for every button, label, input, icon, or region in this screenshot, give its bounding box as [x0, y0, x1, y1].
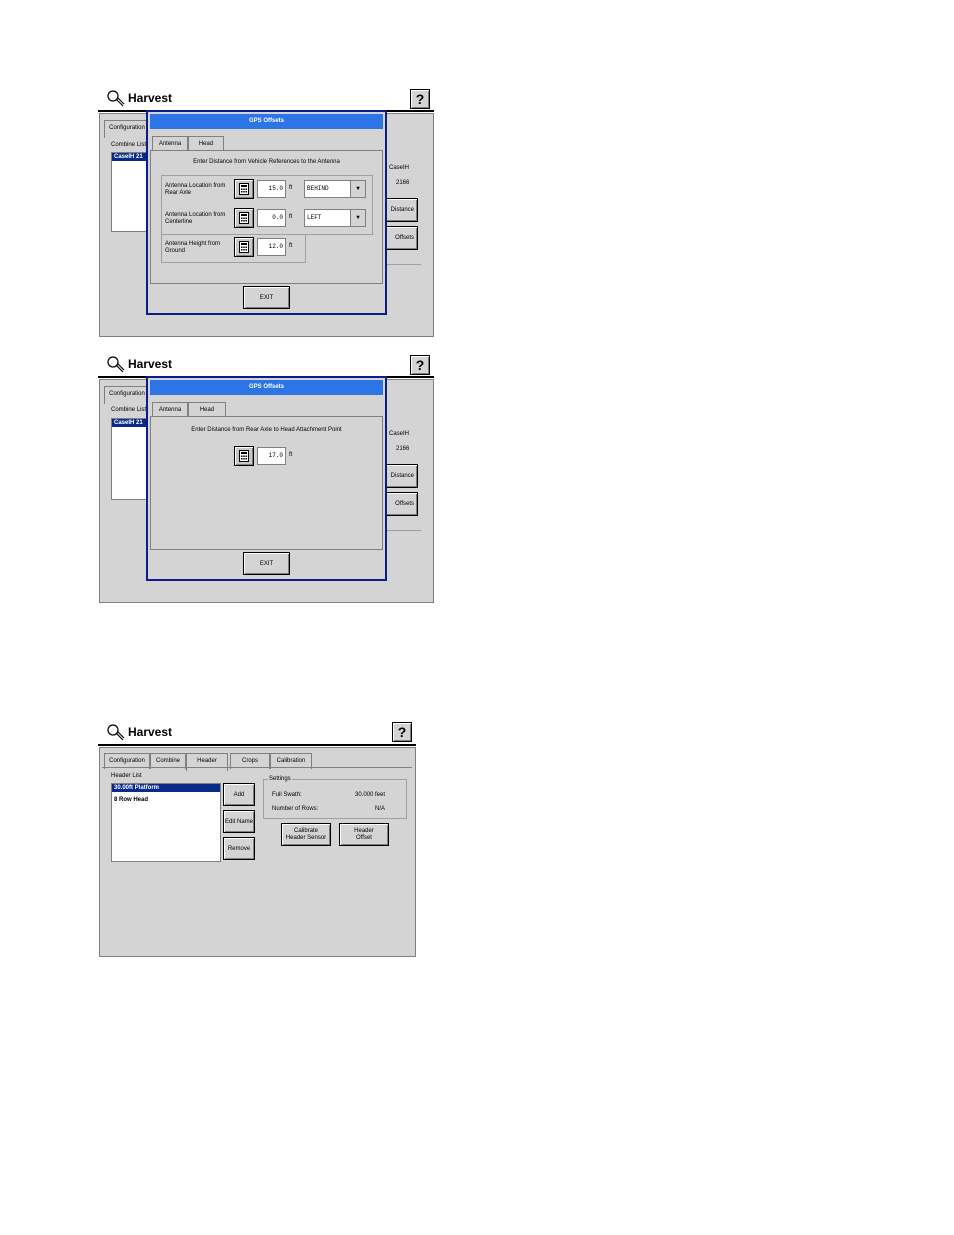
screen-antenna: Harvest ? Configuration Combine List Cas…	[98, 86, 434, 338]
list-item[interactable]: 8 Row Head	[112, 796, 220, 804]
calculator-icon	[239, 183, 249, 195]
header-list-label: Header List	[111, 773, 142, 779]
list-item-selected[interactable]: CaseIH 21	[112, 153, 150, 161]
calibrate-label-line2: Header Sensor	[285, 834, 327, 841]
full-swath-label: Full Swath:	[272, 792, 302, 798]
wrench-icon	[107, 356, 125, 373]
chevron-down-icon[interactable]: ▼	[350, 181, 365, 197]
settings-title: Settings	[268, 776, 292, 782]
calibrate-header-sensor-button[interactable]: Calibrate Header Sensor	[281, 823, 331, 846]
offset-label-line2: Offset	[356, 834, 372, 841]
centerline-input[interactable]: 0.0	[257, 209, 286, 227]
calibrate-label-line1: Calibrate	[293, 827, 318, 834]
wrench-icon	[107, 90, 125, 107]
combine-list-label: Combine List	[111, 142, 147, 148]
tab-configuration[interactable]: Configuration	[104, 386, 150, 404]
remove-button[interactable]: Remove	[223, 837, 255, 860]
dialog-title: GPS Offsets	[150, 380, 383, 395]
divider	[385, 264, 421, 265]
instruction-text: Enter Distance from Vehicle References t…	[193, 159, 340, 165]
tab-configuration[interactable]: Configuration	[104, 120, 150, 138]
combine-model-label: 2166	[396, 446, 410, 452]
distance-button[interactable]: Distance	[383, 198, 418, 222]
keypad-button-rear-axle[interactable]	[234, 179, 254, 199]
app-title: Harvest	[128, 357, 173, 371]
combine-list-label: Combine List	[111, 407, 147, 413]
rear-axle-direction-value: BEHIND	[307, 185, 329, 192]
rear-axle-direction-select[interactable]: BEHIND ▼	[304, 180, 366, 198]
combine-make-label: CaseIH	[389, 165, 410, 171]
exit-button[interactable]: EXIT	[243, 552, 290, 575]
exit-button[interactable]: EXIT	[243, 286, 290, 309]
app-header: Harvest	[104, 723, 404, 745]
dialog-content: Enter Distance from Rear Axle to Head At…	[150, 416, 383, 550]
instruction-text: Enter Distance from Rear Axle to Head At…	[191, 427, 342, 433]
app-header: Harvest	[104, 89, 434, 111]
app-title: Harvest	[128, 725, 173, 739]
settings-group	[263, 779, 407, 819]
keypad-button-head[interactable]	[234, 446, 254, 466]
gps-offsets-dialog: GPS Offsets Antenna Head Enter Distance …	[146, 110, 387, 315]
header-list[interactable]: 30.00ft Platform 8 Row Head	[111, 783, 221, 862]
dialog-title: GPS Offsets	[150, 114, 383, 129]
calculator-icon	[239, 450, 249, 462]
centerline-unit: ft	[289, 214, 293, 220]
centerline-label: Antenna Location from Centerline	[165, 212, 226, 225]
combine-list[interactable]: CaseIH 21	[111, 418, 151, 500]
edit-name-button[interactable]: Edit Name	[223, 810, 255, 833]
chevron-down-icon[interactable]: ▼	[350, 210, 365, 226]
divider	[385, 530, 421, 531]
offsets-button[interactable]: Offsets	[383, 226, 418, 250]
offsets-button[interactable]: Offsets	[383, 492, 418, 516]
help-button[interactable]: ?	[392, 722, 412, 742]
rows-value: N/A	[375, 806, 386, 812]
help-button[interactable]: ?	[410, 355, 430, 375]
header-divider	[98, 744, 416, 746]
height-unit: ft	[289, 243, 293, 249]
combine-make-label: CaseIH	[389, 431, 410, 437]
gps-offsets-dialog: GPS Offsets Antenna Head Enter Distance …	[146, 376, 387, 581]
add-button[interactable]: Add	[223, 783, 255, 806]
keypad-button-centerline[interactable]	[234, 208, 254, 228]
head-distance-input[interactable]: 17.0	[257, 447, 286, 465]
screen-header: Harvest ? Configuration Combine Header C…	[98, 720, 416, 958]
height-input[interactable]: 12.0	[257, 238, 286, 256]
header-offset-button[interactable]: Header Offset	[339, 823, 389, 846]
rows-label: Number of Rows:	[272, 806, 319, 812]
app-title: Harvest	[128, 91, 173, 105]
list-item-selected[interactable]: 30.00ft Platform	[112, 784, 220, 792]
rear-axle-label: Antenna Location from Rear Axle	[165, 183, 226, 196]
head-distance-unit: ft	[289, 452, 293, 458]
help-button[interactable]: ?	[410, 89, 430, 109]
screen-head: Harvest ? Configuration Combine List Cas…	[98, 352, 434, 604]
combine-list[interactable]: CaseIH 21	[111, 152, 151, 232]
rear-axle-unit: ft	[289, 185, 293, 191]
rear-axle-input[interactable]: 15.0	[257, 180, 286, 198]
distance-button[interactable]: Distance	[383, 464, 418, 488]
app-header: Harvest	[104, 355, 434, 377]
main-panel: Configuration Combine Header Crops Calib…	[99, 747, 416, 957]
offset-label-line1: Header	[354, 827, 374, 834]
tab-strip: Configuration Combine Header Crops Calib…	[102, 751, 402, 771]
centerline-direction-value: LEFT	[307, 214, 322, 221]
full-swath-value: 30.000 feet	[355, 792, 386, 798]
calculator-icon	[239, 241, 249, 253]
dialog-content: Enter Distance from Vehicle References t…	[150, 150, 383, 284]
list-item-selected[interactable]: CaseIH 21	[112, 419, 150, 427]
wrench-icon	[107, 724, 125, 741]
calculator-icon	[239, 212, 249, 224]
centerline-direction-select[interactable]: LEFT ▼	[304, 209, 366, 227]
combine-model-label: 2166	[396, 180, 410, 186]
keypad-button-height[interactable]	[234, 237, 254, 257]
height-label: Antenna Height from Ground	[165, 241, 221, 254]
